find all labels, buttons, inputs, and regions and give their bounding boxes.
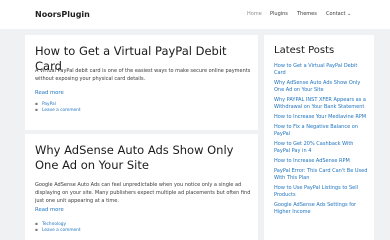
latest-post-link[interactable]: How to Increase AdSense RPM [274,158,368,165]
site-header: NoorsPlugin Home Plugins Themes Contact … [0,0,390,29]
nav-home[interactable]: Home [247,11,262,17]
read-more-link[interactable]: Read more [35,90,64,96]
post-title[interactable]: Why AdSense Auto Ads Show Only One Ad on… [35,143,255,173]
nav-themes[interactable]: Themes [297,11,317,17]
latest-post-link[interactable]: How to Increase Your Mediavine RPM [274,114,368,121]
post-meta: ▪ PayPal ▪ Leave a comment [35,102,81,114]
latest-post-link[interactable]: How to Fix a Negative Balance on PayPal [274,124,368,138]
post-excerpt: A virtual PayPal debit card is one of th… [35,68,251,82]
latest-post-link[interactable]: Why AdSense Auto Ads Show Only One Ad on… [274,80,368,94]
latest-post-link[interactable]: How to Get a Virtual PayPal Debit Card [274,63,368,77]
sidebar-widget: Latest Posts How to Get a Virtual PayPal… [264,35,374,240]
post-card: Why AdSense Auto Ads Show Only One Ad on… [25,134,258,240]
latest-post-link[interactable]: How to Get 20% Cashback With PayPal Pay … [274,141,368,155]
chevron-down-icon: ⌄ [347,11,352,17]
leave-comment-link[interactable]: Leave a comment [42,228,81,233]
post-card: How to Get a Virtual PayPal Debit Card A… [25,35,258,130]
read-more-link[interactable]: Read more [35,207,64,213]
latest-posts-list: How to Get a Virtual PayPal Debit Card W… [274,63,368,219]
latest-post-link[interactable]: PayPal Error: This Card Can't Be Used Wi… [274,168,368,182]
category-link[interactable]: PayPal [42,102,56,107]
comment-icon: ▪ [35,108,38,113]
latest-post-link[interactable]: Why PAYPAL INST XFER Appears as a Withdr… [274,97,368,111]
category-link[interactable]: Technology [42,222,66,227]
nav-plugins[interactable]: Plugins [270,11,288,17]
nav-contact-label: Contact [326,11,346,17]
sidebar-title: Latest Posts [274,45,335,56]
nav-contact[interactable]: Contact ⌄ [326,11,351,17]
latest-post-link[interactable]: Google AdSense Ads Settings for Higher I… [274,202,368,216]
post-excerpt: Google AdSense Auto Ads can feel unpredi… [35,182,251,204]
post-meta: ▪ Technology ▪ Leave a comment [35,222,81,234]
comment-icon: ▪ [35,228,38,233]
main-navigation: Home Plugins Themes Contact ⌄ [0,11,390,21]
latest-post-link[interactable]: How to Use PayPal Listings to Sell Produ… [274,185,368,199]
leave-comment-link[interactable]: Leave a comment [42,108,81,113]
